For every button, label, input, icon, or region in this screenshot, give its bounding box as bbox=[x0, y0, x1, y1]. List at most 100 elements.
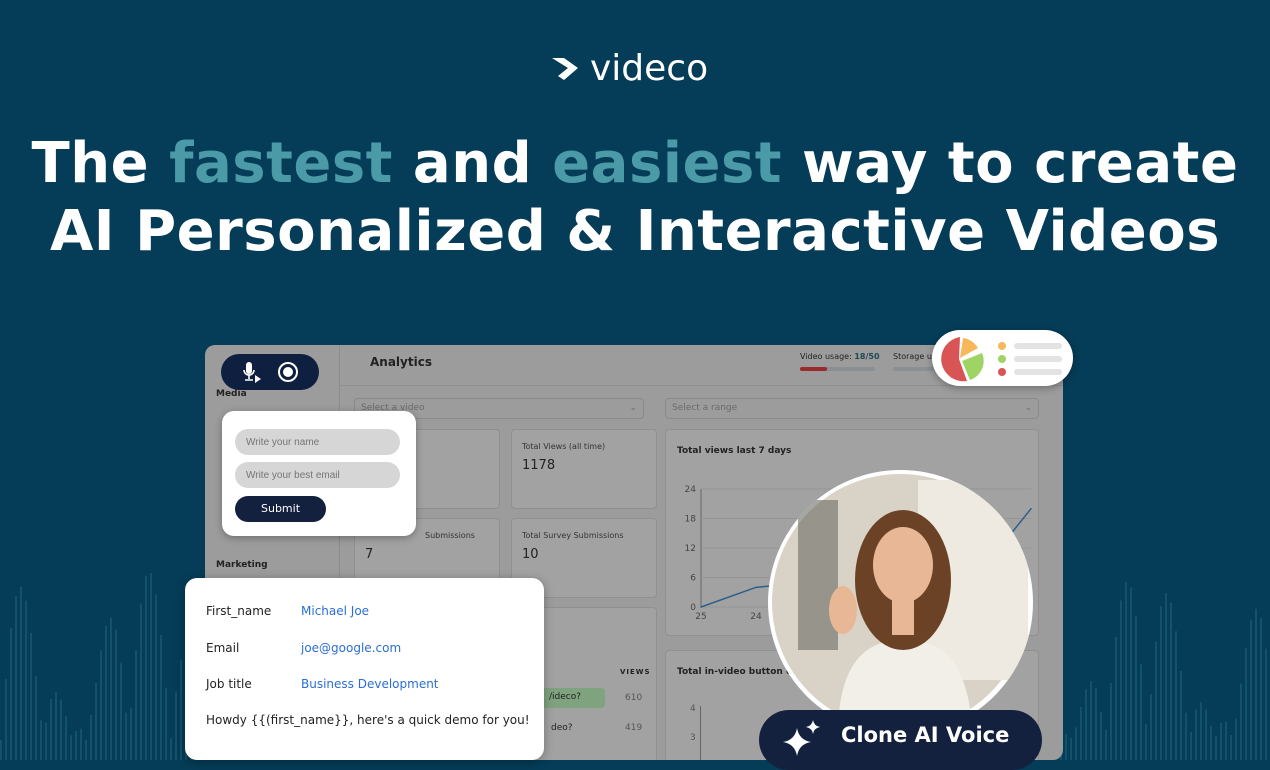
highlight-easiest: easiest bbox=[552, 131, 783, 196]
waveform-bar bbox=[40, 720, 42, 760]
waveform-bar bbox=[1225, 721, 1227, 760]
field-value: joe@google.com bbox=[301, 641, 402, 655]
waveform-bar bbox=[140, 603, 142, 760]
waveform-bar bbox=[1220, 722, 1222, 760]
logo-icon bbox=[552, 57, 578, 80]
waveform-bar bbox=[1135, 615, 1137, 760]
clone-ai-voice-button[interactable]: Clone AI Voice bbox=[759, 710, 1042, 770]
waveform-bar bbox=[20, 586, 22, 760]
waveform-bar bbox=[110, 617, 112, 760]
waveform-bar bbox=[1140, 664, 1142, 760]
waveform-bar bbox=[1255, 608, 1257, 760]
waveform-bar bbox=[1125, 582, 1127, 760]
waveform-bar bbox=[1065, 734, 1067, 760]
presenter-photo-icon bbox=[772, 474, 1028, 735]
waveform-bar bbox=[1195, 709, 1197, 760]
waveform-bar bbox=[1145, 724, 1147, 760]
waveform-bar bbox=[1240, 683, 1242, 760]
name-input[interactable] bbox=[235, 429, 400, 455]
waveform-bar bbox=[15, 595, 17, 760]
waveform-bar bbox=[35, 676, 37, 760]
waveform-bar bbox=[30, 633, 32, 760]
waveform-bar bbox=[1185, 712, 1187, 760]
card-total-views: Total Views (all time) 1178 bbox=[511, 429, 657, 509]
email-input[interactable] bbox=[235, 462, 400, 488]
waveform-bar bbox=[1110, 683, 1112, 760]
data-point bbox=[700, 606, 702, 608]
waveform-bar bbox=[1175, 631, 1177, 760]
waveform-bar bbox=[1215, 735, 1217, 760]
waveform-bar bbox=[1100, 711, 1102, 760]
y-tick-label: 12 bbox=[685, 544, 696, 554]
waveform-bar bbox=[90, 715, 92, 760]
waveform-bar bbox=[145, 576, 147, 760]
waveform-bar bbox=[125, 712, 127, 760]
waveform-bar bbox=[160, 635, 162, 760]
waveform-bar bbox=[155, 594, 157, 760]
waveform-bar bbox=[70, 735, 72, 760]
waveform-bar bbox=[1230, 734, 1232, 760]
waveform-bar bbox=[130, 708, 132, 760]
record-icon[interactable] bbox=[277, 361, 299, 383]
waveform-bar bbox=[1085, 689, 1087, 760]
waveform-bar bbox=[50, 699, 52, 760]
waveform-bar bbox=[165, 687, 167, 760]
waveform-bar bbox=[1095, 688, 1097, 760]
video-usage: Video usage: 18/50 bbox=[800, 352, 880, 361]
waveform-bar bbox=[115, 629, 117, 760]
mic-play-icon[interactable] bbox=[241, 360, 263, 384]
headline-line2: AI Personalized & Interactive Videos bbox=[49, 199, 1221, 264]
waveform-bar bbox=[1075, 727, 1077, 760]
page-title: Analytics bbox=[370, 355, 432, 369]
waveform-bar bbox=[1205, 709, 1207, 760]
field-label: Email bbox=[206, 641, 240, 655]
presenter-avatar bbox=[768, 470, 1033, 735]
field-value: Business Development bbox=[301, 677, 439, 691]
waveform-bar bbox=[1180, 670, 1182, 760]
waveform-bar bbox=[150, 573, 152, 760]
waveform-bar bbox=[1170, 602, 1172, 760]
x-tick-label: 24 bbox=[750, 612, 762, 622]
waveform-bar bbox=[1200, 702, 1202, 760]
waveform-bar bbox=[1080, 707, 1082, 760]
waveform-bar bbox=[120, 662, 122, 760]
table-row-label[interactable]: /ideco? bbox=[549, 692, 581, 702]
waveform-bar bbox=[80, 728, 82, 760]
sidebar-section-marketing: Marketing bbox=[216, 560, 268, 570]
record-controls[interactable] bbox=[221, 354, 319, 390]
waveform-bar bbox=[45, 722, 47, 760]
waveform-bar bbox=[105, 625, 107, 760]
waveform-bar bbox=[1250, 620, 1252, 760]
brand-logo: videco bbox=[550, 48, 708, 89]
waveform-bar bbox=[1105, 729, 1107, 760]
waveform-bar bbox=[60, 699, 62, 760]
waveform-bar bbox=[1130, 587, 1132, 760]
table-row-label[interactable]: deo? bbox=[551, 723, 573, 733]
waveform-bar bbox=[25, 600, 27, 760]
waveform-bar bbox=[1150, 694, 1152, 760]
data-point bbox=[1030, 507, 1032, 510]
waveform-bar bbox=[1160, 606, 1162, 760]
waveform-bar bbox=[1155, 641, 1157, 760]
field-label: Job title bbox=[206, 677, 252, 691]
waveform-bar bbox=[85, 739, 87, 760]
pie-chart-widget bbox=[932, 330, 1073, 386]
waveform-bar bbox=[1165, 593, 1167, 760]
waveform-bar bbox=[1245, 647, 1247, 760]
select-range-dropdown[interactable]: Select a range ⌄ bbox=[665, 398, 1039, 419]
waveform-bar bbox=[1260, 617, 1262, 760]
waveform-bar bbox=[1265, 648, 1267, 760]
y-tick-label: 6 bbox=[690, 574, 696, 584]
sidebar-section-media: Media bbox=[216, 389, 247, 399]
data-point bbox=[755, 586, 757, 589]
submit-button[interactable]: Submit bbox=[235, 496, 326, 522]
waveform-bar bbox=[75, 730, 77, 760]
sparkles-icon bbox=[783, 720, 820, 756]
x-tick-label: 25 bbox=[695, 612, 706, 622]
waveform-bar bbox=[1235, 718, 1237, 760]
waveform-bar bbox=[180, 660, 182, 760]
highlight-fastest: fastest bbox=[169, 131, 393, 196]
waveform-bar bbox=[100, 650, 102, 760]
y-tick-label: 18 bbox=[685, 515, 697, 525]
waveform-bar bbox=[65, 716, 67, 760]
